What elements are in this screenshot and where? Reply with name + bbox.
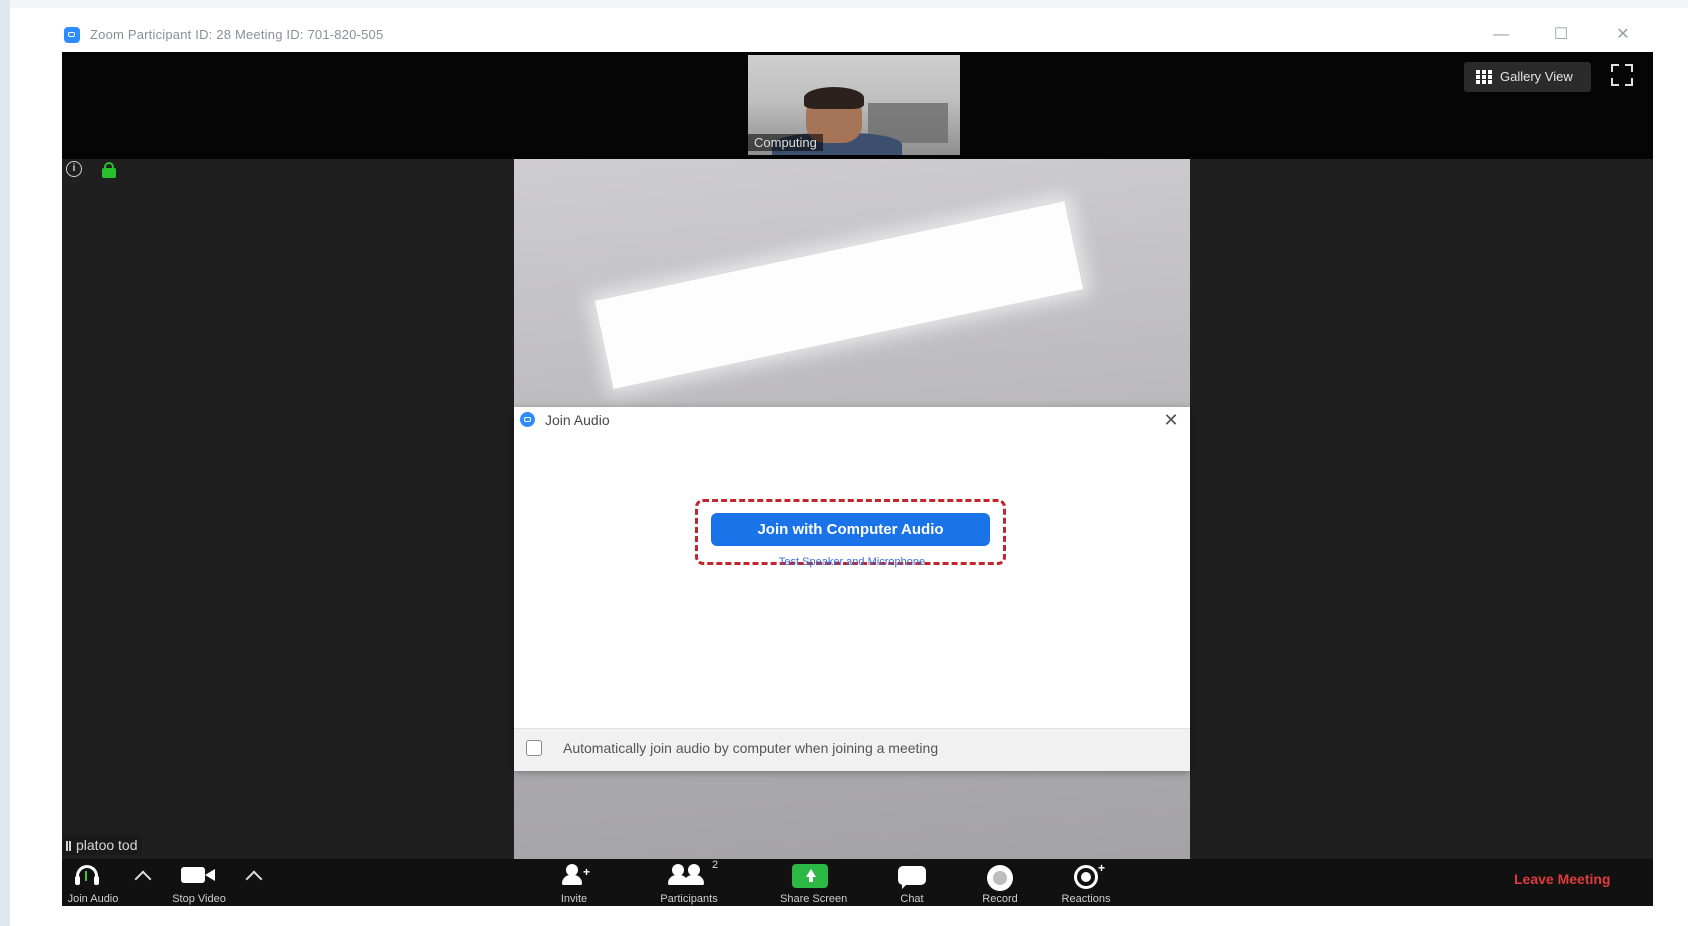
record-label: Record <box>982 893 1018 905</box>
meeting-window: Computing Gallery View i Join Audio ✕ Jo… <box>62 52 1653 906</box>
thumbnail-name-label: Computing <box>748 134 823 151</box>
reactions-button[interactable]: + Reactions <box>1058 859 1114 906</box>
close-window-button[interactable]: ✕ <box>1610 24 1636 46</box>
participants-body-second <box>684 875 704 885</box>
invite-person-body <box>562 875 582 885</box>
window-title: Zoom Participant ID: 28 Meeting ID: 701-… <box>90 27 384 42</box>
join-computer-audio-button[interactable]: Join with Computer Audio <box>711 513 990 546</box>
thumbnail-strip: Computing Gallery View <box>62 52 1653 159</box>
minimize-button[interactable]: — <box>1488 24 1514 46</box>
zoom-logo-icon <box>64 27 80 43</box>
close-icon[interactable]: ✕ <box>1161 410 1181 430</box>
encryption-lock-icon[interactable] <box>102 162 116 178</box>
reactions-label: Reactions <box>1061 893 1111 905</box>
record-icon <box>987 865 1013 891</box>
participants-label: Participants <box>660 893 718 905</box>
record-button[interactable]: Record <box>976 859 1024 906</box>
join-audio-dialog: Join Audio ✕ Join with Computer Audio Te… <box>514 407 1190 771</box>
reactions-plus-icon: + <box>1098 861 1106 875</box>
plus-icon: + <box>583 865 591 879</box>
meeting-info-icon[interactable]: i <box>66 161 82 177</box>
dialog-footer: Automatically join audio by computer whe… <box>514 728 1190 771</box>
top-edge-band <box>10 0 1688 8</box>
chat-button[interactable]: Chat <box>888 859 936 906</box>
leave-meeting-button[interactable]: Leave Meeting <box>1514 871 1610 887</box>
thumbnail-person-hair <box>804 87 864 109</box>
share-screen-button[interactable]: Share Screen <box>780 859 848 906</box>
window-titlebar: Zoom Participant ID: 28 Meeting ID: 701-… <box>62 22 1662 50</box>
fullscreen-icon[interactable] <box>1611 64 1633 86</box>
chat-bubble-tail <box>902 883 908 889</box>
stop-video-button[interactable]: Stop Video <box>164 859 234 906</box>
participant-name: platoo tod <box>76 837 138 853</box>
dialog-title: Join Audio <box>545 412 610 428</box>
join-audio-label: Join Audio <box>67 893 119 905</box>
invite-label: Invite <box>560 893 588 905</box>
left-edge-strip <box>0 0 10 926</box>
join-arrow-icon <box>85 871 87 881</box>
stop-video-label: Stop Video <box>172 893 226 905</box>
participant-thumbnail[interactable]: Computing <box>748 55 960 155</box>
video-camera-icon <box>181 867 205 883</box>
auto-join-checkbox[interactable] <box>526 740 542 756</box>
video-camera-lens <box>205 869 215 881</box>
audio-options-chevron-icon[interactable] <box>134 870 152 888</box>
participant-name-label: platoo tod <box>62 835 142 855</box>
ceiling-light-image <box>593 199 1085 391</box>
gallery-view-label: Gallery View <box>1500 69 1573 84</box>
zoom-logo-icon <box>520 412 535 427</box>
maximize-button[interactable]: ☐ <box>1548 24 1574 46</box>
reactions-icon <box>1074 865 1098 889</box>
gallery-view-button[interactable]: Gallery View <box>1464 62 1591 92</box>
meeting-toolbar: Join Audio Stop Video + Invite 2 Partici… <box>62 859 1653 906</box>
share-screen-icon <box>792 864 828 888</box>
video-options-chevron-icon[interactable] <box>245 870 263 888</box>
auto-join-label[interactable]: Automatically join audio by computer whe… <box>563 740 938 756</box>
headphone-icon <box>75 865 99 885</box>
invite-button[interactable]: + Invite <box>544 859 604 906</box>
chat-label: Chat <box>900 893 924 905</box>
share-screen-label: Share Screen <box>780 893 848 905</box>
grid-icon <box>1476 70 1492 84</box>
participants-button[interactable]: 2 Participants <box>644 859 734 906</box>
test-speaker-microphone-link[interactable]: Test Speaker and Microphone <box>514 556 1190 568</box>
join-audio-button[interactable]: Join Audio <box>62 859 124 906</box>
participants-count-badge: 2 <box>712 859 719 871</box>
signal-strength-icon <box>66 841 72 852</box>
